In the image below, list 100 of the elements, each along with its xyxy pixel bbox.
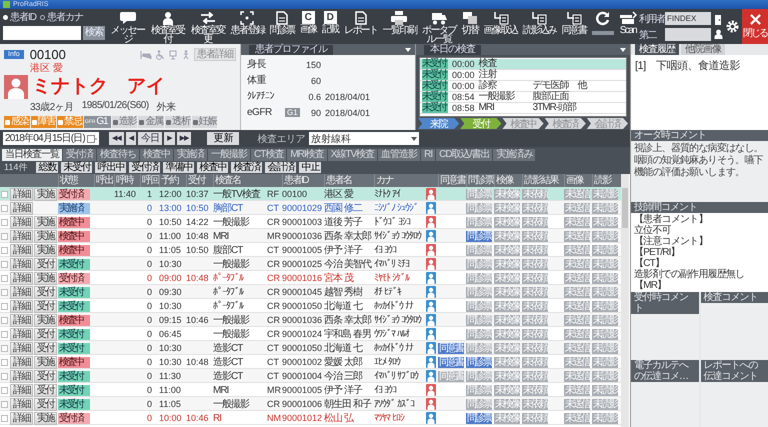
tab[interactable]: CT検査 xyxy=(251,149,286,161)
row-checkbox[interactable] xyxy=(1,330,8,338)
document-badge[interactable]: 未送信 xyxy=(564,244,590,256)
patient-flag-button[interactable]: 造影 xyxy=(112,116,138,128)
document-badge[interactable]: 未送信 xyxy=(564,384,590,396)
document-badge[interactable]: 未検像 xyxy=(494,342,520,354)
document-badge[interactable]: 未送信 xyxy=(564,230,590,242)
patient-flag-button[interactable]: 透析 xyxy=(165,116,191,128)
toolbar-button[interactable]: ポータブル一覧 xyxy=(421,9,456,44)
radio-option[interactable]: 患者カナ xyxy=(40,12,83,23)
document-badge[interactable]: 未送信 xyxy=(564,342,590,354)
tab[interactable]: 受付済 xyxy=(63,149,96,161)
document-badge[interactable]: 未依頼 xyxy=(522,188,548,200)
tab[interactable]: X線TV検査 xyxy=(328,149,378,161)
detail-button[interactable]: 詳細 xyxy=(10,300,33,312)
document-badge[interactable]: 未送信 xyxy=(564,202,590,214)
document-badge[interactable]: 問診票 xyxy=(466,384,492,396)
detail-button[interactable]: 詳細 xyxy=(10,272,33,284)
action-button[interactable]: 受付 xyxy=(34,300,57,312)
document-badge[interactable]: 未検像 xyxy=(494,398,520,410)
row-checkbox[interactable] xyxy=(1,372,8,380)
stretcher-icon[interactable] xyxy=(168,50,178,60)
document-badge[interactable]: 未依頼 xyxy=(522,202,548,214)
document-badge[interactable]: 未検像 xyxy=(494,258,520,270)
document-badge[interactable]: 未検像 xyxy=(494,286,520,298)
row-checkbox[interactable] xyxy=(1,274,8,282)
table-row[interactable]: 詳細 実施 検査中 0 11:00 10:48 MRI MR 90001036 西条 幸太郎 ｻｲｼﾞｮｳ ｺｳﾀﾛｳ 問診票 未検像 未依頼 未送信 未読影 xyxy=(0,229,621,243)
document-badge[interactable]: 同意書 xyxy=(438,342,464,354)
detail-button[interactable]: 詳細 xyxy=(10,216,33,228)
action-button[interactable]: 受付 xyxy=(34,328,57,340)
document-badge[interactable]: 未読影 xyxy=(592,202,618,214)
document-badge[interactable]: 未送信 xyxy=(564,328,590,340)
tab[interactable]: 当日検査一覧 xyxy=(2,149,62,161)
exam-list-row[interactable]: 未受付 00:00 注射 xyxy=(420,70,626,81)
document-badge[interactable]: 問診票 xyxy=(466,370,492,382)
action-button[interactable]: 実施 xyxy=(34,188,57,200)
document-badge[interactable]: 問診票 xyxy=(466,286,492,298)
table-row[interactable]: 詳細 受付 未受付 0 11:30 造影CT CT 90001004 今治 三郎 ｲﾏﾊﾞﾘ ｻﾌﾞﾛｳ 同意書 問診票 未検像 未依頼 未送信 未読影 xyxy=(0,369,621,383)
detail-button[interactable]: 詳細 xyxy=(10,328,33,340)
row-checkbox[interactable] xyxy=(1,246,8,254)
document-badge[interactable]: 未読影 xyxy=(592,216,618,228)
refresh-button[interactable]: 更新 xyxy=(207,132,240,145)
toolbar-button[interactable]: 検査室受付 xyxy=(150,9,186,44)
patient-flag-button[interactable]: 禁忌 xyxy=(57,116,83,128)
detail-button[interactable]: 詳細 xyxy=(10,398,33,410)
table-row[interactable]: 詳細 受付 未受付 0 09:30 ﾎﾟｰﾀﾌﾞﾙ CR 90001045 越智 秀樹 ｵﾁ ﾋﾃﾞｷ 問診票 未検像 未依頼 未送信 未読影 xyxy=(0,285,621,299)
comment-field[interactable] xyxy=(700,303,768,360)
detail-button[interactable]: 詳細 xyxy=(10,188,33,200)
date-field[interactable]: 2018年04月15日(日) xyxy=(3,132,99,145)
tab[interactable]: 実施済み xyxy=(493,149,536,161)
table-row[interactable]: 詳細 受付 未受付 0 11:05 一般撮影 CR 90001006 朝生田 和子 ｱｿｳﾀﾞ ｶｽﾞｺ 問診票 未検像 未依頼 未送信 未読影 xyxy=(0,397,621,411)
document-badge[interactable]: 未検像 xyxy=(494,188,520,200)
document-badge[interactable]: 未読影 xyxy=(592,314,618,326)
document-badge[interactable]: 未読影 xyxy=(592,258,618,270)
document-badge[interactable]: 同意書 xyxy=(438,370,464,382)
document-badge[interactable]: 未依頼 xyxy=(522,370,548,382)
dropdown-caret-icon[interactable] xyxy=(620,48,626,52)
tab[interactable]: 一般撮影 xyxy=(208,149,250,161)
detail-button[interactable]: 詳細 xyxy=(10,230,33,242)
document-badge[interactable]: 未依頼 xyxy=(522,258,548,270)
document-badge[interactable]: 未依頼 xyxy=(522,328,548,340)
document-badge[interactable]: 未読影 xyxy=(592,342,618,354)
action-button[interactable]: 実施 xyxy=(34,230,57,242)
walking-person-icon[interactable] xyxy=(181,50,191,60)
toolbar-button[interactable]: レポート xyxy=(344,9,378,44)
document-badge[interactable]: 未読影 xyxy=(592,300,618,312)
table-row[interactable]: 詳細 受付 未受付 0 10:30 一般撮影 CR 90001025 今治 美智代 ｲﾏﾊﾞﾘ ﾐﾁﾖ 問診票 未検像 未依頼 未送信 未読影 xyxy=(0,257,621,271)
document-badge[interactable]: 未読影 xyxy=(592,412,618,424)
document-badge[interactable]: 未依頼 xyxy=(522,300,548,312)
action-button[interactable]: 受付 xyxy=(34,286,57,298)
document-badge[interactable]: 未検像 xyxy=(494,272,520,284)
detail-button[interactable]: 詳細 xyxy=(10,356,33,368)
row-checkbox[interactable] xyxy=(1,190,8,198)
filter-button[interactable]: 検査済 xyxy=(231,162,262,173)
toolbar-button[interactable]: Scan xyxy=(618,9,637,44)
document-badge[interactable]: 未依頼 xyxy=(522,286,548,298)
document-badge[interactable]: 未検像 xyxy=(494,230,520,242)
filter-button[interactable]: 呼出中 xyxy=(95,162,126,173)
action-button[interactable]: 受付 xyxy=(34,342,57,354)
document-badge[interactable]: 未検像 xyxy=(494,244,520,256)
filter-button[interactable]: 会計済 xyxy=(265,162,296,173)
document-badge[interactable]: 未送信 xyxy=(564,398,590,410)
document-badge[interactable]: 問診票 xyxy=(466,258,492,270)
document-badge[interactable]: 未検像 xyxy=(494,384,520,396)
comment-field[interactable] xyxy=(631,382,698,427)
toolbar-button[interactable]: 患者登録 xyxy=(230,9,264,44)
filter-button[interactable]: 準備中 xyxy=(163,162,194,173)
toolbar-button[interactable]: 画像取込 xyxy=(484,9,518,44)
document-badge[interactable]: 未検像 xyxy=(494,412,520,424)
patient-flag-button[interactable]: 妊娠 xyxy=(192,116,218,128)
row-checkbox[interactable] xyxy=(1,260,8,268)
document-badge[interactable]: 未読影 xyxy=(592,328,618,340)
document-badge[interactable]: 問診票 xyxy=(466,328,492,340)
document-badge[interactable]: 未検像 xyxy=(494,356,520,368)
exam-list-row[interactable]: 未受付 00:00 検査 xyxy=(420,59,626,70)
document-badge[interactable]: 未依頼 xyxy=(522,356,548,368)
bed-icon[interactable] xyxy=(140,50,152,60)
document-badge[interactable]: 未読影 xyxy=(592,188,618,200)
wheelchair-icon[interactable] xyxy=(155,50,165,60)
document-badge[interactable]: 問診票 xyxy=(466,342,492,354)
